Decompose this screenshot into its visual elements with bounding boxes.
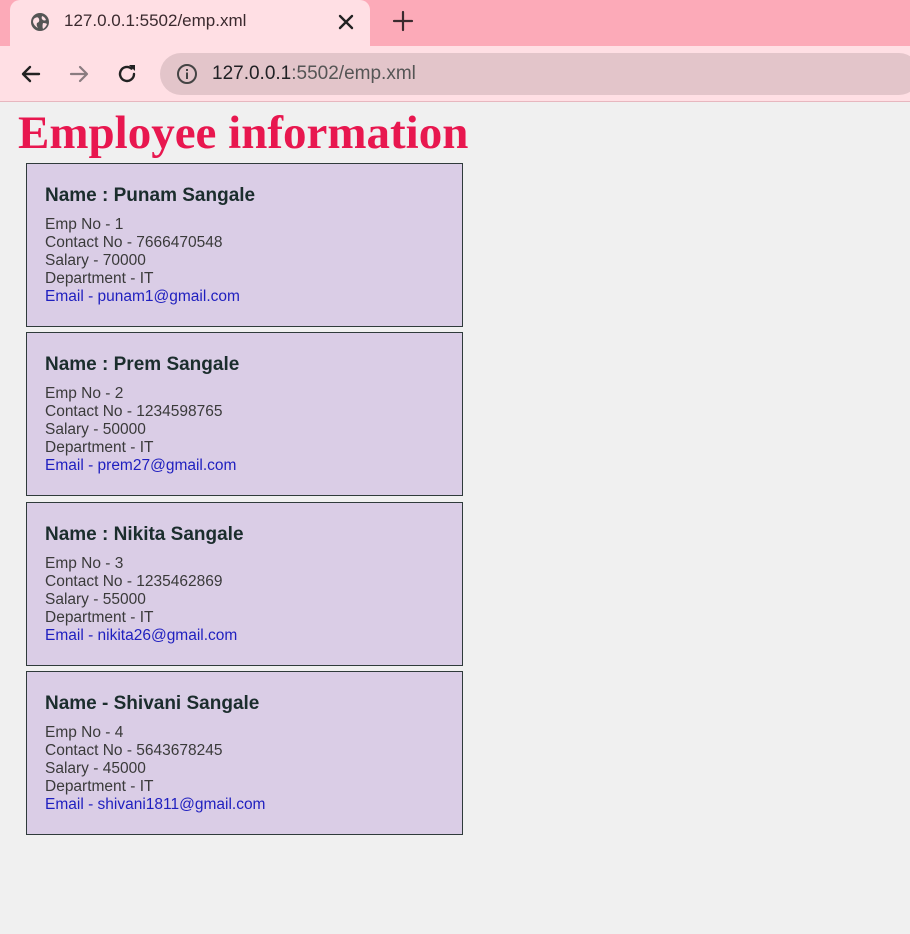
employee-contact: Contact No - 1234598765 <box>45 403 223 420</box>
employee-department: Department - IT <box>45 609 154 626</box>
employee-department: Department - IT <box>45 778 154 795</box>
employee-name: Name : Prem Sangale <box>45 354 240 375</box>
close-icon[interactable] <box>335 11 357 33</box>
arrow-right-icon[interactable] <box>67 62 91 86</box>
employee-contact: Contact No - 5643678245 <box>45 742 223 759</box>
employee-card: Name : Punam Sangale Emp No - 1 Contact … <box>26 163 463 327</box>
employee-name: Name : Punam Sangale <box>45 185 256 206</box>
info-icon[interactable] <box>176 63 198 85</box>
globe-icon <box>31 13 49 31</box>
employee-emp-no: Emp No - 2 <box>45 385 124 402</box>
address-bar[interactable]: 127.0.0.1:5502/emp.xml <box>160 53 910 95</box>
url-text[interactable]: 127.0.0.1:5502/emp.xml <box>212 63 416 85</box>
url-path: :5502/emp.xml <box>291 63 416 84</box>
employee-card: Name - Shivani Sangale Emp No - 4 Contac… <box>26 671 463 835</box>
employee-card: Name : Prem Sangale Emp No - 2 Contact N… <box>26 332 463 496</box>
tab-strip: 127.0.0.1:5502/emp.xml <box>0 0 910 46</box>
employee-contact: Contact No - 1235462869 <box>45 573 223 590</box>
employee-department: Department - IT <box>45 439 154 456</box>
page-title: Employee information <box>18 107 469 159</box>
browser-toolbar: 127.0.0.1:5502/emp.xml <box>0 46 910 102</box>
employee-name: Name : Nikita Sangale <box>45 524 244 545</box>
employee-emp-no: Emp No - 1 <box>45 216 124 233</box>
url-host: 127.0.0.1 <box>212 63 292 84</box>
employee-email: Email - nikita26@gmail.com <box>45 627 238 644</box>
employee-salary: Salary - 55000 <box>45 591 146 608</box>
active-tab[interactable]: 127.0.0.1:5502/emp.xml <box>10 0 370 46</box>
employee-emp-no: Emp No - 4 <box>45 724 124 741</box>
employee-department: Department - IT <box>45 270 154 287</box>
employee-email: Email - punam1@gmail.com <box>45 288 240 305</box>
employee-salary: Salary - 45000 <box>45 760 146 777</box>
employee-email: Email - shivani1811@gmail.com <box>45 796 266 813</box>
employee-contact: Contact No - 7666470548 <box>45 234 223 251</box>
employee-salary: Salary - 70000 <box>45 252 146 269</box>
employee-salary: Salary - 50000 <box>45 421 146 438</box>
arrow-left-icon[interactable] <box>19 62 43 86</box>
reload-icon[interactable] <box>115 62 139 86</box>
plus-icon[interactable] <box>392 10 414 32</box>
page-content: Employee information Name : Punam Sangal… <box>0 103 910 934</box>
tab-title: 127.0.0.1:5502/emp.xml <box>64 11 247 30</box>
employee-emp-no: Emp No - 3 <box>45 555 124 572</box>
employee-card: Name : Nikita Sangale Emp No - 3 Contact… <box>26 502 463 666</box>
employee-name: Name - Shivani Sangale <box>45 693 260 714</box>
employee-email: Email - prem27@gmail.com <box>45 457 237 474</box>
